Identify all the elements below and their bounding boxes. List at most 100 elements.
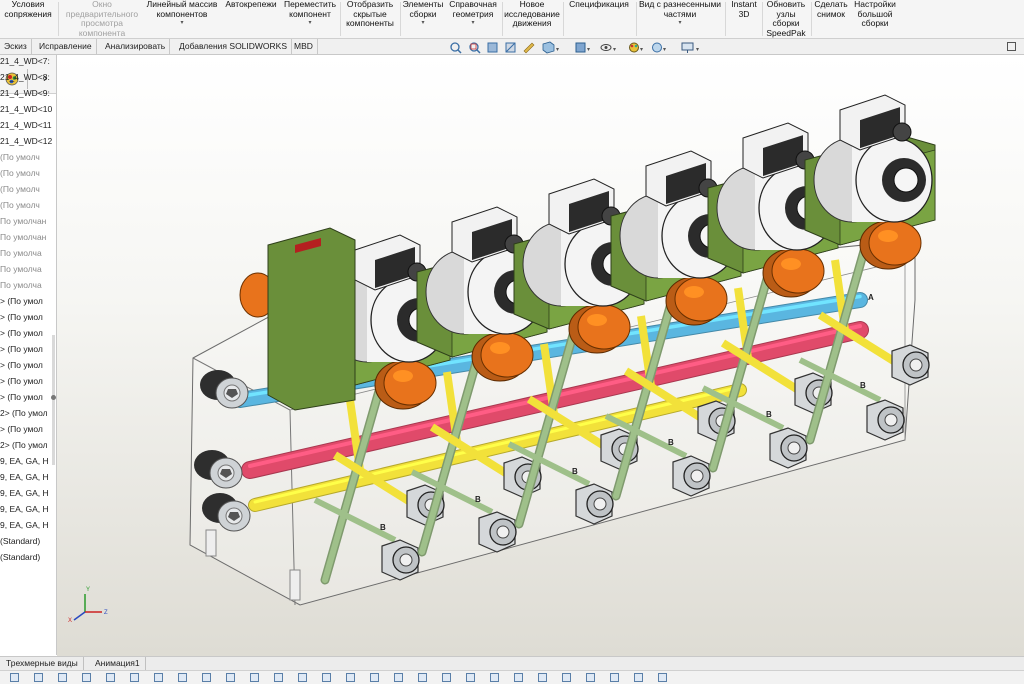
ribbon-show-hidden-button[interactable]: Отобразить скрытые компоненты xyxy=(342,0,398,38)
display-style-icon[interactable]: ▾ xyxy=(575,42,590,53)
tab-solidworks-addins[interactable]: Добавления SOLIDWORKS xyxy=(175,39,293,54)
panel-splitter[interactable] xyxy=(51,335,56,465)
zoom-to-area-icon[interactable] xyxy=(469,42,481,54)
ribbon-exploded-view-button[interactable]: Вид с разнесенными частями ▾ xyxy=(637,0,723,38)
sketch-tool-icon[interactable] xyxy=(466,673,475,682)
sketch-tool-icon[interactable] xyxy=(106,673,115,682)
tree-item[interactable]: > (По умол xyxy=(0,309,43,325)
sketch-tool-icon[interactable] xyxy=(586,673,595,682)
tree-item[interactable]: > (По умол xyxy=(0,293,43,309)
tab-analyze[interactable]: Анализировать xyxy=(101,39,171,54)
tree-item[interactable]: > (По умол xyxy=(0,357,43,373)
restore-window-icon[interactable] xyxy=(1007,42,1016,51)
tree-item[interactable]: 21_4_WD<11 xyxy=(0,117,52,133)
tree-item[interactable]: (По умолч xyxy=(0,197,40,213)
sketch-tool-icon[interactable] xyxy=(274,673,283,682)
sketch-tool-icon[interactable] xyxy=(178,673,187,682)
tree-item[interactable]: 9, EA, GA, H xyxy=(0,501,49,517)
tree-item[interactable]: > (По умол xyxy=(0,325,43,341)
tab-3d-views[interactable]: Трехмерные виды xyxy=(0,657,84,670)
sketch-tool-icon[interactable] xyxy=(58,673,67,682)
tab-mbd[interactable]: MBD xyxy=(290,39,318,54)
tree-item[interactable]: По умолча xyxy=(0,261,42,277)
previous-view-icon[interactable] xyxy=(487,42,498,53)
tree-item[interactable]: 9, EA, GA, H xyxy=(0,485,49,501)
tree-item[interactable]: > (По умол xyxy=(0,389,43,405)
section-view-icon[interactable] xyxy=(505,42,516,53)
tab-animation1[interactable]: Анимация1 xyxy=(90,657,146,670)
sketch-tool-icon[interactable] xyxy=(538,673,547,682)
apply-scene-icon[interactable]: ▾ xyxy=(652,42,667,53)
ribbon-mates-button[interactable]: Условия сопряжения xyxy=(0,0,56,38)
tree-item[interactable]: 21_4_WD<8: xyxy=(0,69,50,85)
tree-item[interactable]: 9, EA, GA, H xyxy=(0,469,49,485)
hide-show-items-icon[interactable]: ▾ xyxy=(600,44,616,54)
sketch-tool-icon[interactable] xyxy=(418,673,427,682)
sketch-tool-icon[interactable] xyxy=(82,673,91,682)
sketch-tool-icon[interactable] xyxy=(298,673,307,682)
tree-item[interactable]: 21_4_WD<9: xyxy=(0,85,50,101)
tree-item[interactable]: (Standard) xyxy=(0,549,40,565)
tree-item[interactable]: > (По умол xyxy=(0,421,43,437)
sketch-tool-icon[interactable] xyxy=(322,673,331,682)
tree-item[interactable]: 21_4_WD<10 xyxy=(0,101,52,117)
edit-appearance-icon[interactable]: ▾ xyxy=(629,42,644,53)
sketch-tool-icon[interactable] xyxy=(154,673,163,682)
sketch-tool-icon[interactable] xyxy=(10,673,19,682)
dropdown-arrow-icon[interactable]: ▾ xyxy=(401,19,445,27)
sketch-tool-icon[interactable] xyxy=(490,673,499,682)
graphics-area[interactable]: A B B B B B B Y Z X xyxy=(57,55,1024,656)
ribbon-linear-pattern-button[interactable]: Линейный массив компонентов ▾ xyxy=(144,0,220,38)
tree-item[interactable]: По умолча xyxy=(0,277,42,293)
ribbon-bom-button[interactable]: Спецификация xyxy=(564,0,634,38)
sketch-tool-icon[interactable] xyxy=(442,673,451,682)
ribbon-instant3d-button[interactable]: Instant 3D xyxy=(726,0,762,38)
ribbon-move-component-button[interactable]: Переместить компонент ▾ xyxy=(282,0,338,38)
tree-item[interactable]: По умолчан xyxy=(0,229,46,245)
sketch-tool-icon[interactable] xyxy=(202,673,211,682)
ribbon-snapshot-button[interactable]: Сделать снимок xyxy=(812,0,850,38)
sketch-tool-icon[interactable] xyxy=(250,673,259,682)
dynamic-annotation-icon[interactable] xyxy=(523,42,535,54)
sketch-tool-icon[interactable] xyxy=(634,673,643,682)
dropdown-arrow-icon[interactable]: ▾ xyxy=(144,19,220,27)
tree-item[interactable]: 9, EA, GA, H xyxy=(0,517,49,533)
sketch-tool-icon[interactable] xyxy=(514,673,523,682)
tree-item[interactable]: По умолчан xyxy=(0,213,46,229)
dropdown-arrow-icon[interactable]: ▾ xyxy=(282,19,338,27)
sketch-tool-icon[interactable] xyxy=(610,673,619,682)
tab-evaluate-fix[interactable]: Исправление xyxy=(35,39,97,54)
sketch-tool-icon[interactable] xyxy=(394,673,403,682)
sketch-tool-icon[interactable] xyxy=(658,673,667,682)
tree-item[interactable]: > (По умол xyxy=(0,341,43,357)
tab-sketch[interactable]: Эскиз xyxy=(0,39,32,54)
zoom-to-fit-icon[interactable] xyxy=(450,42,462,54)
tree-item[interactable]: 21_4_WD<7: xyxy=(0,55,50,69)
tree-item[interactable]: 2> (По умол xyxy=(0,405,48,421)
ribbon-speedpak-update-button[interactable]: Обновить узлы сборки SpeedPak xyxy=(763,0,809,38)
tree-item[interactable]: > (По умол xyxy=(0,373,43,389)
tree-item[interactable]: 9, EA, GA, H xyxy=(0,453,49,469)
dropdown-arrow-icon[interactable]: ▾ xyxy=(446,19,500,27)
dropdown-arrow-icon[interactable]: ▾ xyxy=(637,19,723,27)
ribbon-smart-fasteners-button[interactable]: Автокрепежи xyxy=(222,0,280,38)
sketch-tool-icon[interactable] xyxy=(562,673,571,682)
sketch-tool-icon[interactable] xyxy=(34,673,43,682)
ribbon-assembly-features-button[interactable]: Элементы сборки ▾ xyxy=(401,0,445,38)
tree-item[interactable]: (По умолч xyxy=(0,181,40,197)
tree-item[interactable]: По умолча xyxy=(0,245,42,261)
sketch-tool-icon[interactable] xyxy=(130,673,139,682)
tree-item[interactable]: (Standard) xyxy=(0,533,40,549)
tree-item[interactable]: (По умолч xyxy=(0,165,40,181)
assembly-model[interactable]: A B B B B B B Y Z X xyxy=(57,55,1024,656)
view-orientation-icon[interactable]: ▾ xyxy=(542,41,559,54)
sketch-tool-icon[interactable] xyxy=(346,673,355,682)
ribbon-large-assembly-settings-button[interactable]: Настройки большой сборки xyxy=(851,0,899,38)
ribbon-reference-geometry-button[interactable]: Справочная геометрия ▾ xyxy=(446,0,500,38)
sketch-tool-icon[interactable] xyxy=(370,673,379,682)
ribbon-new-motion-study-button[interactable]: Новое исследование движения xyxy=(503,0,561,38)
ribbon-preview-window-button[interactable]: Окно предварительного просмотра компонента xyxy=(60,0,144,38)
sketch-tool-icon[interactable] xyxy=(226,673,235,682)
tree-item[interactable]: 21_4_WD<12 xyxy=(0,133,52,149)
tree-item[interactable]: 2> (По умол xyxy=(0,437,48,453)
